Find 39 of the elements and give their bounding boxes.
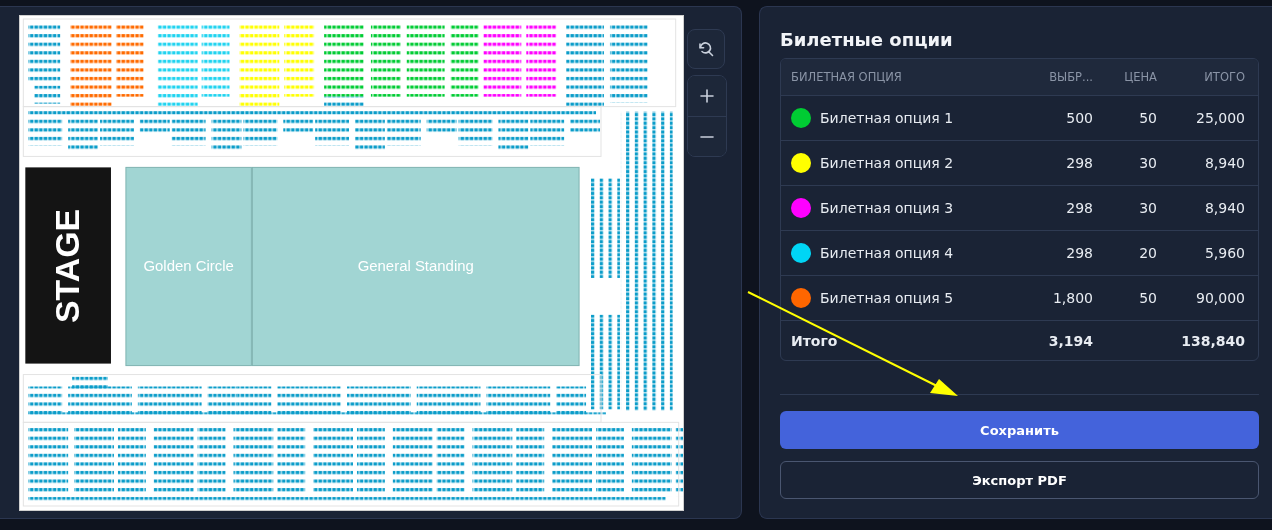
zoom-in-button[interactable]	[688, 76, 726, 116]
table-cell-text: 8,940	[1203, 200, 1245, 216]
zone-label: General Standing	[357, 256, 474, 274]
option-name: Билетная опция 3	[820, 200, 954, 216]
save-button[interactable]: Сохранить	[780, 411, 1259, 449]
seating-map[interactable]: STAGE Golden Circle General Standing	[19, 15, 684, 511]
column-header: ИТОГО	[1203, 70, 1245, 84]
table-cell-text: 8,940	[1203, 155, 1245, 171]
table-cell-text: 298	[1065, 200, 1093, 216]
option-name: Билетная опция 5	[820, 290, 954, 306]
table-cell-text: 30	[1138, 200, 1157, 216]
option-name: Билетная опция 2	[820, 155, 954, 171]
table-cell-text: 5,960	[1203, 245, 1245, 261]
reset-zoom-button[interactable]	[687, 29, 725, 69]
total-cell-text: 3,194	[1047, 332, 1093, 349]
table-cell-text: 50	[1138, 110, 1157, 126]
table-cell-text: 500	[1065, 110, 1093, 126]
minus-icon	[700, 135, 714, 138]
option-name: Билетная опция 4	[820, 245, 954, 261]
table-cell-text: 298	[1065, 155, 1093, 171]
reset-search-icon	[697, 40, 715, 58]
table-cell-text: 298	[1065, 245, 1093, 261]
table-cell-text: 1,800	[1051, 290, 1093, 306]
stage-label: STAGE	[48, 208, 87, 324]
table-cell-text: 25,000	[1195, 110, 1245, 126]
column-header: ВЫБР...	[1048, 70, 1093, 84]
option-name: Билетная опция 1	[820, 110, 954, 126]
panel-title: Билетные опции	[780, 29, 954, 50]
table-cell-text: 30	[1138, 155, 1157, 171]
column-header: ЦЕНА	[1123, 70, 1157, 84]
table-cell-text: 90,000	[1195, 290, 1245, 306]
plus-icon	[700, 89, 714, 103]
zone-label: Golden Circle	[143, 256, 234, 274]
total-cell-text: 138,840	[1180, 332, 1245, 349]
table-cell-text: 50	[1138, 290, 1157, 306]
table-cell-text: 20	[1138, 245, 1157, 261]
column-header: БИЛЕТНАЯ ОПЦИЯ	[791, 70, 903, 84]
export-button[interactable]: Экспорт PDF	[780, 461, 1259, 499]
total-label: Итого	[791, 332, 839, 349]
